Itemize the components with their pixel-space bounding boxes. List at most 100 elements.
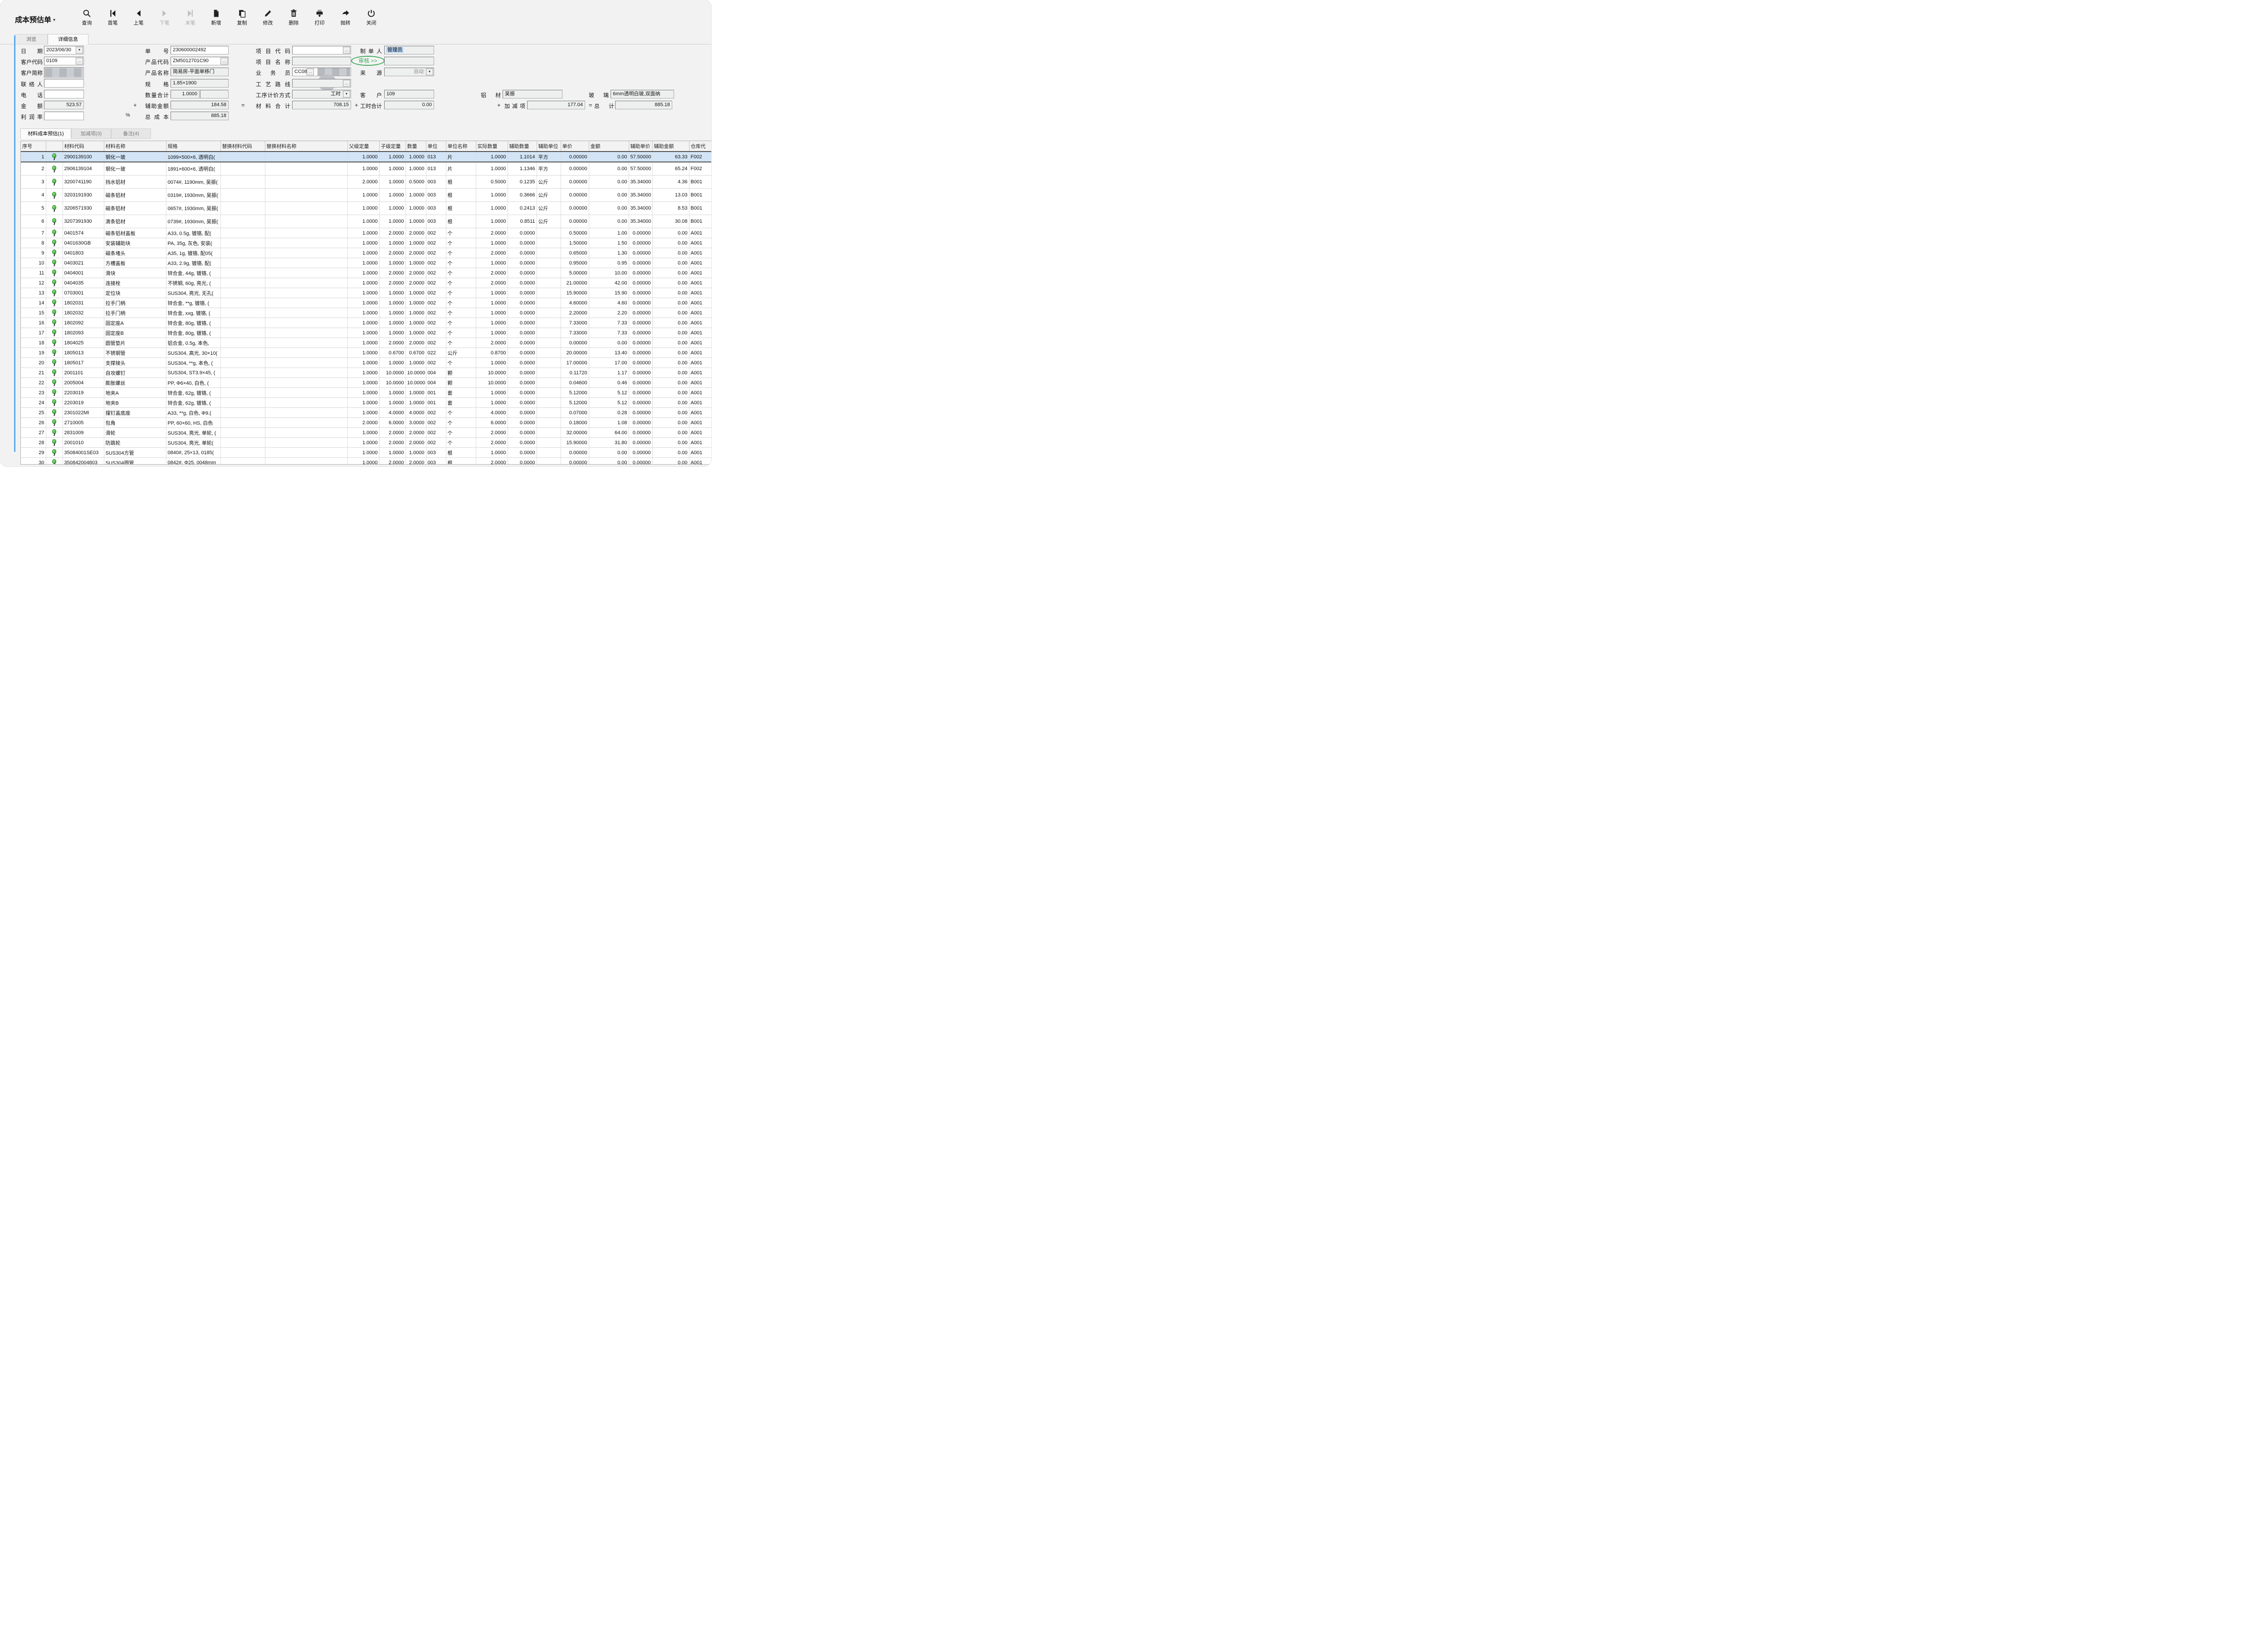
customer-code-field[interactable]: 0109 … xyxy=(44,57,84,65)
cell xyxy=(220,458,265,465)
table-row[interactable]: 181804025圆管垫片铝合金, 0.5g, 本色,1.00002.00002… xyxy=(21,338,711,348)
table-row[interactable]: 70401574磁条铝材盖板A33, 0.5g, 镀铬, 配(1.00002.0… xyxy=(21,228,711,238)
column-header-7[interactable]: 父级定量 xyxy=(347,141,379,152)
column-header-14[interactable]: 辅助单位 xyxy=(537,141,561,152)
table-row[interactable]: 53206571930磁条铝材0657#, 1930mm, 吴振(1.00001… xyxy=(21,202,711,215)
new-button[interactable]: 新增 xyxy=(203,8,229,34)
table-row[interactable]: 171802093固定座B锌合金, 80g, 镀铬, (1.00001.0000… xyxy=(21,328,711,338)
table-row[interactable]: 63207391930滴条铝材0739#, 1930mm, 吴振(1.00001… xyxy=(21,215,711,228)
column-header-10[interactable]: 单位 xyxy=(426,141,446,152)
column-header-19[interactable]: 仓库代 xyxy=(689,141,711,152)
delete-button[interactable]: 删除 xyxy=(281,8,307,34)
transfer-button[interactable]: 抛转 xyxy=(332,8,358,34)
tab-browse[interactable]: 浏览 xyxy=(15,34,48,44)
cell: 锌合金, 44g, 镀铬, ( xyxy=(166,268,220,278)
table-row[interactable]: 100403021方槽盖板A33, 2.9g, 镀铬, 配(1.00001.00… xyxy=(21,258,711,268)
tab-detail[interactable]: 详细信息 xyxy=(48,34,88,44)
cell: 0.2413 xyxy=(508,202,537,215)
column-header-16[interactable]: 金额 xyxy=(589,141,629,152)
column-header-8[interactable]: 子级定量 xyxy=(379,141,406,152)
ellipsis-button[interactable]: … xyxy=(76,58,83,64)
table-row[interactable]: 90401803磁条堵头A35, 1g, 镀铬, 配05(1.00002.000… xyxy=(21,248,711,258)
edit-button[interactable]: 修改 xyxy=(255,8,281,34)
table-row[interactable]: 12900139100钢化一玻1099×500×6, 透明白(1.00001.0… xyxy=(21,152,711,162)
ellipsis-button[interactable]: … xyxy=(307,69,314,75)
phone-field[interactable] xyxy=(44,90,84,98)
date-field[interactable]: 2023/06/30 ▼ xyxy=(44,46,84,54)
prev-record-button[interactable]: 上笔 xyxy=(126,8,152,34)
cell: 0.11720 xyxy=(561,368,589,378)
table-row[interactable]: 212001101自攻螺钉SUS304, ST3.9×45, (1.000010… xyxy=(21,368,711,378)
table-row[interactable]: 232203019地夹A锌合金, 62g, 镀铬, (1.00001.00001… xyxy=(21,388,711,398)
product-code-field[interactable]: ZM5012701C90 … xyxy=(171,57,229,65)
material-table-container[interactable]: 序号 材料代码材料名称规格替换材料代码替换材料名称父级定量子级定量数量单位单位名称… xyxy=(20,141,711,465)
cell: 002 xyxy=(426,428,446,438)
table-row[interactable]: 2935084001SE03SUS304方管0840#, 25×13, 0185… xyxy=(21,448,711,458)
cell: 6.0000 xyxy=(379,418,406,428)
column-header-13[interactable]: 辅助数量 xyxy=(508,141,537,152)
table-row[interactable]: 151802032拉手门柄锌合金, xxg, 镀铬, (1.00001.0000… xyxy=(21,308,711,318)
copy-button[interactable]: 复制 xyxy=(229,8,255,34)
audit-stamp[interactable]: 审核 >> xyxy=(351,56,385,66)
cell xyxy=(220,215,265,228)
cell: 1.0000 xyxy=(347,152,379,162)
cell xyxy=(265,268,347,278)
column-header-6[interactable]: 替换材料名称 xyxy=(265,141,347,152)
cell: 0.00000 xyxy=(561,448,589,458)
table-row[interactable]: 43203191930磁条铝材0319#, 1930mm, 吴振(1.00001… xyxy=(21,189,711,202)
column-header-9[interactable]: 数量 xyxy=(406,141,426,152)
tab-material-cost[interactable]: 材料成本预估(1) xyxy=(20,128,71,139)
cell: 个 xyxy=(446,258,476,268)
column-header-0[interactable]: 序号 xyxy=(21,141,46,152)
table-row[interactable]: 262710005包角PP, 60×60, HS, 白色2.00006.0000… xyxy=(21,418,711,428)
column-header-15[interactable]: 单价 xyxy=(561,141,589,152)
column-header-2[interactable]: 材料代码 xyxy=(63,141,104,152)
tab-adjustment[interactable]: 加减项(3) xyxy=(71,128,111,139)
left-accent-bar xyxy=(14,35,15,452)
cell: F002 xyxy=(689,152,711,162)
order-no-field[interactable]: 230600002492 xyxy=(171,46,229,54)
contact-field[interactable] xyxy=(44,79,84,88)
query-button[interactable]: 查询 xyxy=(74,8,100,34)
table-row[interactable]: 110404001滑块锌合金, 44g, 镀铬, (1.00002.00002.… xyxy=(21,268,711,278)
print-button[interactable]: 打印 xyxy=(307,8,332,34)
tab-remark[interactable]: 备注(4) xyxy=(111,128,151,139)
table-row[interactable]: 201805017支撑接头SUS304, **g, 本色, (1.00001.0… xyxy=(21,358,711,368)
column-header-3[interactable]: 材料名称 xyxy=(104,141,166,152)
column-header-17[interactable]: 辅助单价 xyxy=(629,141,652,152)
table-row[interactable]: 141802031拉手门柄锌合金, **g, 镀铬, (1.00001.0000… xyxy=(21,298,711,308)
ellipsis-button[interactable]: … xyxy=(220,58,228,64)
column-header-5[interactable]: 替换材料代码 xyxy=(220,141,265,152)
cell: 1.0000 xyxy=(406,398,426,408)
profit-rate-field[interactable] xyxy=(44,112,84,120)
cell: 2.0000 xyxy=(406,268,426,278)
table-row[interactable]: 33200741190挡水铝材0074#, 1190mm, 吴振(2.00001… xyxy=(21,176,711,189)
table-row[interactable]: 80401630GB安装辅助块PA, 35g, 灰色, 安装(1.00001.0… xyxy=(21,238,711,248)
ellipsis-button[interactable]: … xyxy=(343,80,350,87)
close-button[interactable]: 关闭 xyxy=(358,8,384,34)
title-caret-icon[interactable]: ▾ xyxy=(53,18,55,23)
table-row[interactable]: 272831009滑轮SUS304, 亮光, 单轮, (1.00002.0000… xyxy=(21,428,711,438)
calc-mode-field[interactable]: 工时 ▼ xyxy=(292,90,351,98)
ellipsis-button[interactable]: … xyxy=(343,47,350,54)
first-record-button[interactable]: 首笔 xyxy=(100,8,126,34)
column-header-11[interactable]: 单位名称 xyxy=(446,141,476,152)
table-row[interactable]: 120404035连接栓不锈钢, 60g, 亮光, (1.00002.00002… xyxy=(21,278,711,288)
table-row[interactable]: 191805013不锈钢管SUS304, 高光, 30×10(1.00000.6… xyxy=(21,348,711,358)
table-row[interactable]: 130703001定位块SUS304, 亮光, 无孔(1.00001.00001… xyxy=(21,288,711,298)
project-code-field[interactable]: … xyxy=(292,46,351,54)
column-header-18[interactable]: 辅助金额 xyxy=(652,141,689,152)
dropdown-icon[interactable]: ▼ xyxy=(343,91,350,98)
table-row[interactable]: 222005004膨胀螺丝PP, Φ6×40, 白色, (1.000010.00… xyxy=(21,378,711,388)
table-row[interactable]: 30350842004803SUS304圆管0842#, Φ25, 0048mm… xyxy=(21,458,711,465)
table-row[interactable]: 161802092固定座A锌合金, 80g, 镀铬, (1.00001.0000… xyxy=(21,318,711,328)
table-row[interactable]: 252301022MI撞钉盖底座A33, **g, 白色, Φ9.(1.0000… xyxy=(21,408,711,418)
column-header-4[interactable]: 规格 xyxy=(166,141,220,152)
dropdown-icon[interactable]: ▼ xyxy=(76,47,83,54)
table-row[interactable]: 282001010防跳轮SUS304, 亮光, 单轮(1.00002.00002… xyxy=(21,438,711,448)
cell: 套 xyxy=(446,388,476,398)
table-row[interactable]: 242203019地夹B锌合金, 62g, 镀铬, (1.00001.00001… xyxy=(21,398,711,408)
column-header-12[interactable]: 实际数量 xyxy=(476,141,508,152)
table-row[interactable]: 22906139104钢化一玻1891×600×6, 透明白(1.00001.0… xyxy=(21,162,711,176)
column-header-1[interactable] xyxy=(46,141,63,152)
